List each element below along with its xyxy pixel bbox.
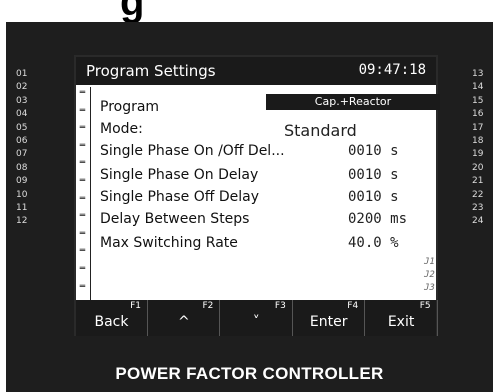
terminal-number: 12 — [16, 216, 28, 227]
setting-value[interactable]: 0010 s — [348, 189, 399, 205]
setting-label[interactable]: Delay Between Steps — [100, 211, 249, 227]
row-marker-icon: ═ — [79, 176, 86, 186]
terminal-number: 13 — [472, 69, 484, 79]
row-marker-icon: ═ — [79, 88, 86, 98]
setting-value[interactable]: 40.0 % — [348, 235, 399, 251]
row-marker-icon: ═ — [79, 228, 86, 239]
terminal-number: 17 — [472, 122, 484, 133]
row-marker-icon: ═ — [79, 281, 86, 292]
terminal-number: 10 — [16, 189, 28, 200]
terminal-number: 02 — [16, 82, 28, 93]
function-key-label: ^ — [178, 314, 190, 330]
function-key-f3[interactable]: F3 ˅ — [221, 300, 293, 336]
terminal-number: 15 — [472, 95, 484, 106]
setting-label[interactable]: Single Phase On /Off Del... — [100, 143, 285, 159]
row-marker-icon: ═ — [79, 264, 86, 274]
terminal-number: 11 — [16, 203, 28, 213]
setting-value[interactable]: 0200 ms — [348, 211, 407, 227]
row-marker-icon: ═ — [79, 246, 86, 257]
screen-title: Program Settings — [86, 62, 216, 80]
terminal-number: 04 — [16, 109, 28, 120]
program-value-selected[interactable]: Cap.+Reactor — [266, 94, 440, 110]
terminal-number: 19 — [472, 149, 484, 160]
terminal-number: 18 — [472, 136, 484, 146]
function-key-label: Back — [94, 314, 129, 330]
setting-label[interactable]: Single Phase On Delay — [100, 167, 258, 183]
terminal-number: 01 — [16, 69, 28, 79]
function-key-label: Exit — [387, 314, 415, 330]
clock: 09:47:18 — [358, 62, 426, 78]
function-key-f4[interactable]: F4 Enter — [293, 300, 366, 336]
setting-label[interactable]: Program — [100, 99, 159, 115]
terminal-number: 03 — [16, 95, 28, 106]
function-key-number: F4 — [347, 301, 359, 311]
terminal-number: 24 — [472, 216, 484, 227]
row-marker-icon: ═ — [79, 193, 86, 204]
side-tag: J2 — [424, 270, 435, 280]
terminal-number: 16 — [472, 109, 484, 120]
side-tag: J1 — [424, 257, 435, 267]
function-key-label: Enter — [309, 314, 348, 330]
setting-label[interactable]: Max Switching Rate — [100, 235, 238, 251]
side-tag: J3 — [424, 283, 435, 293]
setting-value[interactable]: 0010 s — [348, 143, 399, 159]
function-key-number: F2 — [202, 301, 214, 311]
row-marker-icon: ═ — [79, 105, 86, 116]
terminal-number: 09 — [16, 176, 28, 187]
setting-value[interactable]: Standard — [284, 121, 357, 140]
terminal-number: 06 — [16, 136, 28, 146]
terminal-number: 14 — [472, 82, 484, 93]
terminal-number: 07 — [16, 149, 28, 160]
terminal-number: 23 — [472, 203, 484, 213]
function-key-f2[interactable]: F2 ^ — [148, 300, 221, 336]
terminal-number: 08 — [16, 162, 28, 173]
setting-label[interactable]: Single Phase Off Delay — [100, 189, 259, 205]
row-marker-icon: ═ — [79, 158, 86, 169]
title-bar: Program Settings 09:47:18 — [76, 57, 436, 85]
function-key-bar: F1 Back F2 ^ F3 ˅ F4 Enter F5 Exit — [76, 300, 438, 336]
row-marker-icon: ═ — [79, 211, 86, 222]
terminal-number: 22 — [472, 189, 484, 200]
function-key-f1[interactable]: F1 Back — [76, 300, 148, 336]
function-key-f5[interactable]: F5 Exit — [366, 300, 438, 336]
device-panel: 01 02 03 04 05 06 07 08 09 10 11 12 13 14 15 16 17 18 19 2… — [6, 22, 493, 392]
setting-label[interactable]: Mode: — [100, 121, 143, 137]
function-key-label: ˅ — [252, 314, 260, 330]
setting-value[interactable]: 0010 s — [348, 167, 399, 183]
terminal-number: 20 — [472, 162, 484, 173]
terminal-number: 05 — [16, 122, 28, 133]
function-key-number: F5 — [419, 301, 431, 311]
row-marker-icon: ═ — [79, 140, 86, 151]
row-marker-column: ═ ═ ═ ═ ═ ═ ═ ═ ═ ═ ═ ═ — [76, 87, 91, 300]
function-key-number: F1 — [130, 301, 141, 311]
device-label: POWER FACTOR CONTROLLER — [115, 364, 384, 383]
function-key-number: F3 — [274, 301, 286, 311]
terminal-number: 21 — [472, 176, 484, 187]
row-marker-icon: ═ — [79, 123, 86, 134]
lcd-screen: Program Settings 09:47:18 ═ ═ ═ ═ ═ ═ ═ ═ ═ ═ ═ ═ C… — [74, 55, 440, 336]
clipped-heading: g — [120, 0, 145, 24]
